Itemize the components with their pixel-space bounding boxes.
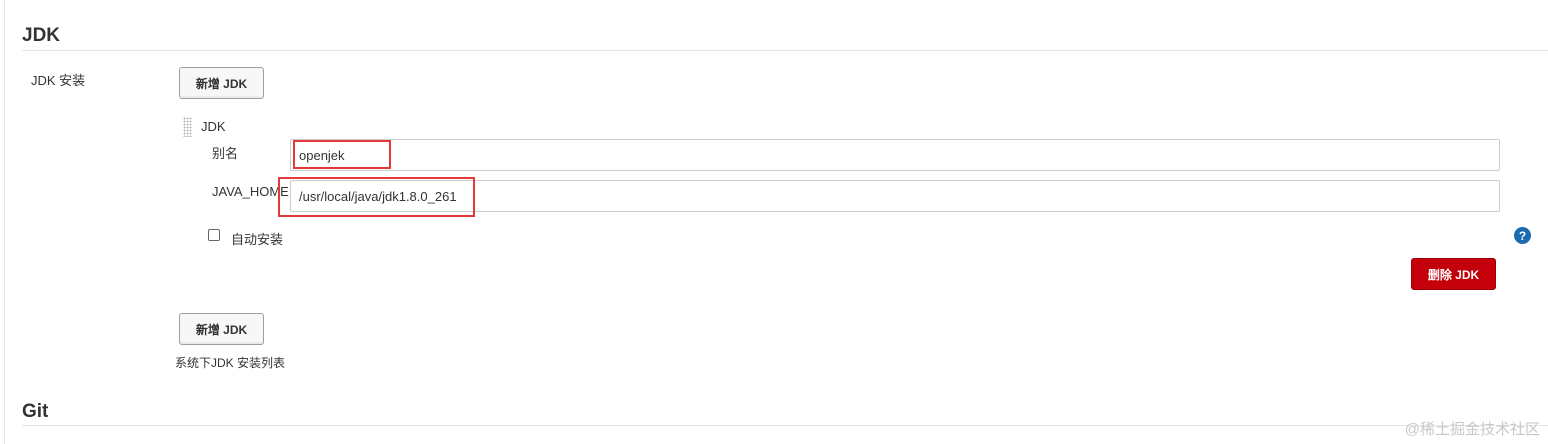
jdk-block-header: JDK xyxy=(201,119,226,134)
drag-handle-icon[interactable] xyxy=(183,117,192,137)
jdk-install-label: JDK 安装 xyxy=(31,73,86,88)
add-jdk-button-bottom[interactable]: 新增 JDK xyxy=(179,313,264,345)
alias-highlight-box xyxy=(293,140,391,169)
watermark: @稀土掘金技术社区 xyxy=(1404,421,1540,438)
section-title-jdk: JDK xyxy=(22,25,61,46)
help-icon[interactable]: ? xyxy=(1514,227,1531,244)
section-divider-git xyxy=(22,425,1548,426)
delete-jdk-button[interactable]: 删除 JDK xyxy=(1411,258,1496,290)
section-divider xyxy=(22,50,1548,51)
add-jdk-button[interactable]: 新增 JDK xyxy=(179,67,264,99)
jdk-list-caption: 系统下JDK 安装列表 xyxy=(175,356,286,370)
alias-label: 别名 xyxy=(212,146,239,161)
auto-install-checkbox[interactable] xyxy=(208,229,220,241)
alias-input[interactable]: openjek xyxy=(290,139,1500,171)
section-title-git: Git xyxy=(22,401,49,422)
java-home-highlight-box xyxy=(278,177,475,217)
auto-install-label: 自动安装 xyxy=(231,232,284,247)
page-left-border xyxy=(4,0,5,444)
